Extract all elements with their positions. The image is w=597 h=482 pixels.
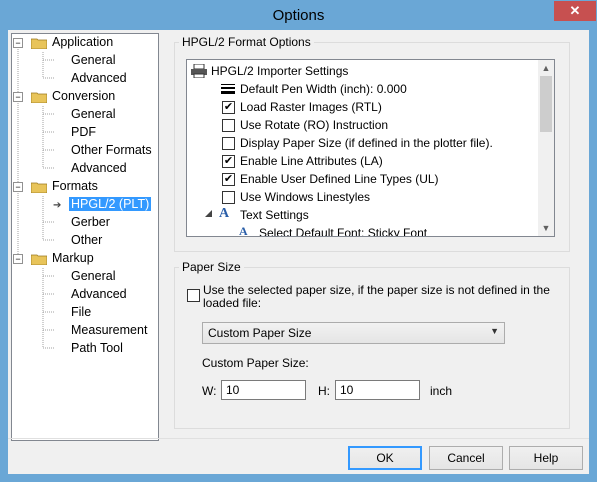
checkbox-use-paper-size[interactable] (187, 289, 200, 302)
option-label: Load Raster Images (RTL) (240, 100, 382, 114)
tree-item-application-general[interactable]: General (71, 52, 115, 69)
tree-item-markup-measurement[interactable]: Measurement (71, 322, 147, 339)
pen-width-icon (221, 84, 235, 94)
options-window: Options ✕ − Application General Advanced… (0, 0, 597, 482)
width-label: W: (202, 384, 217, 398)
category-tree[interactable]: − Application General Advanced − Convers… (11, 33, 159, 441)
tree-item-formats-hpgl[interactable]: HPGL/2 (PLT) (69, 196, 152, 213)
hpgl-settings-list[interactable]: HPGL/2 Importer Settings Default Pen Wid… (186, 59, 555, 237)
scroll-up-icon[interactable]: ▲ (538, 60, 554, 76)
checkbox-display-paper-size[interactable] (222, 137, 235, 150)
tree-item-application[interactable]: Application (52, 34, 113, 51)
tree-item-formats-gerber[interactable]: Gerber (71, 214, 110, 231)
folder-icon (31, 38, 47, 49)
font-a-icon: A (219, 206, 230, 221)
label-line: loaded file: (203, 296, 262, 310)
tree-item-markup-advanced[interactable]: Advanced (71, 286, 127, 303)
list-header: HPGL/2 Importer Settings (211, 64, 349, 78)
tree-item-conversion[interactable]: Conversion (52, 88, 115, 105)
text-settings-item[interactable]: Text Settings (240, 206, 309, 224)
tree-item-conversion-advanced[interactable]: Advanced (71, 160, 127, 177)
help-button[interactable]: Help (509, 446, 583, 470)
paper-size-group-label: Paper Size (179, 260, 244, 274)
tree-item-application-advanced[interactable]: Advanced (71, 70, 127, 87)
selected-label: HPGL/2 (PLT) (69, 197, 152, 211)
ok-button[interactable]: OK (348, 446, 422, 470)
option-label: Use Windows Linestyles (240, 190, 371, 204)
width-input[interactable]: 10 (221, 380, 306, 400)
checkbox-use-rotate[interactable] (222, 119, 235, 132)
tree-item-markup-file[interactable]: File (71, 304, 91, 321)
list-scrollbar[interactable]: ▲ ▼ (538, 60, 554, 236)
tree-item-markup-path-tool[interactable]: Path Tool (71, 340, 123, 357)
custom-paper-size-label: Custom Paper Size: (202, 356, 309, 370)
expander-application[interactable]: − (13, 38, 23, 48)
collapse-triangle-icon[interactable] (205, 210, 213, 218)
expander-conversion[interactable]: − (13, 92, 23, 102)
checkbox-windows-linestyles[interactable] (222, 191, 235, 204)
tree-item-conversion-pdf[interactable]: PDF (71, 124, 96, 141)
tree-item-formats[interactable]: Formats (52, 178, 98, 195)
checkbox-line-attributes[interactable]: ✔ (222, 155, 235, 168)
use-paper-size-label: Use the selected paper size, if the pape… (203, 284, 550, 310)
option-label: Display Paper Size (if defined in the pl… (240, 136, 493, 150)
tree-item-conversion-other-formats[interactable]: Other Formats (71, 142, 152, 159)
cancel-button[interactable]: Cancel (429, 446, 503, 470)
title-bar[interactable]: Options ✕ (0, 0, 597, 30)
option-label: Use Rotate (RO) Instruction (240, 118, 389, 132)
default-font-item[interactable]: Select Default Font: Sticky Font (259, 224, 427, 236)
tree-item-markup-general[interactable]: General (71, 268, 115, 285)
selected-arrow-icon: ➔ (53, 200, 62, 211)
hpgl-group-label: HPGL/2 Format Options (179, 35, 314, 49)
unit-label: inch (430, 384, 453, 398)
checkbox-load-raster[interactable]: ✔ (222, 101, 235, 114)
printer-icon (191, 64, 207, 78)
tree-item-markup[interactable]: Markup (52, 250, 94, 267)
tree-item-conversion-general[interactable]: General (71, 106, 115, 123)
expander-formats[interactable]: − (13, 182, 23, 192)
scroll-down-icon[interactable]: ▼ (538, 220, 554, 236)
option-label: Enable User Defined Line Types (UL) (240, 172, 439, 186)
close-button[interactable]: ✕ (554, 1, 596, 21)
dropdown-value: Custom Paper Size (208, 326, 312, 340)
button-separator (8, 438, 589, 439)
font-a-icon: A (239, 224, 248, 237)
height-label: H: (318, 384, 330, 398)
checkbox-user-line-types[interactable]: ✔ (222, 173, 235, 186)
dialog-client: − Application General Advanced − Convers… (8, 30, 589, 474)
window-title: Options (272, 7, 325, 24)
chevron-down-icon: ▼ (490, 326, 499, 336)
height-input[interactable]: 10 (335, 380, 420, 400)
tree-item-formats-other[interactable]: Other (71, 232, 102, 249)
expander-markup[interactable]: − (13, 254, 23, 264)
paper-size-dropdown[interactable]: Custom Paper Size ▼ (202, 322, 505, 344)
scroll-thumb[interactable] (540, 76, 552, 132)
option-label: Enable Line Attributes (LA) (240, 154, 383, 168)
folder-icon (31, 254, 47, 265)
folder-icon (31, 182, 47, 193)
folder-icon (31, 92, 47, 103)
pen-width-item[interactable]: Default Pen Width (inch): 0.000 (240, 80, 407, 98)
